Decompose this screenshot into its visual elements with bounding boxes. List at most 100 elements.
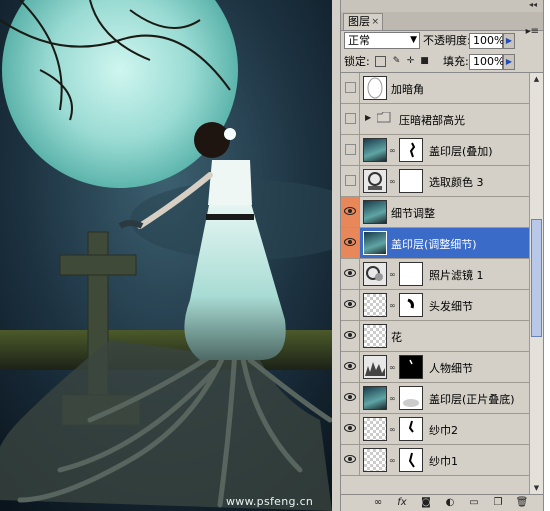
chain-link-icon[interactable]: ∞ (389, 270, 396, 279)
visibility-toggle[interactable] (341, 259, 360, 289)
add-mask-icon[interactable]: ◙ (419, 497, 433, 509)
layer-thumbnail (363, 76, 387, 100)
layer-mask-thumbnail[interactable] (399, 448, 423, 472)
layer-thumbnail (363, 386, 387, 410)
layer-thumbnail (363, 200, 387, 224)
visibility-empty-box (345, 144, 356, 155)
layer-row[interactable]: ∞ 纱巾2 (341, 414, 529, 445)
expand-triangle-icon[interactable]: ▶ (365, 113, 371, 122)
layer-mask-thumbnail[interactable] (399, 262, 423, 286)
photo-filter-icon (363, 262, 387, 286)
new-group-icon[interactable]: ▭ (467, 497, 481, 509)
layer-style-icon[interactable]: fx (395, 497, 409, 509)
layer-mask-thumbnail[interactable] (399, 386, 423, 410)
new-layer-icon[interactable]: ❐ (491, 497, 505, 509)
lock-all-icon[interactable]: ■ (419, 56, 430, 67)
eye-icon (344, 331, 356, 339)
levels-icon (363, 355, 387, 379)
layer-row[interactable]: ∞ 人物细节 (341, 352, 529, 383)
lock-move-icon[interactable]: ✛ (405, 56, 416, 67)
layer-row[interactable]: 细节调整 (341, 197, 529, 228)
layer-thumbnail (363, 417, 387, 441)
layer-row[interactable]: ∞ 头发细节 (341, 290, 529, 321)
opacity-slider-arrow-icon[interactable]: ▶ (503, 33, 515, 49)
collapse-icon[interactable]: ◂◂ (529, 0, 537, 9)
visibility-toggle[interactable] (341, 383, 360, 413)
layer-row[interactable]: ∞ 纱巾1 (341, 445, 529, 476)
layers-scrollbar[interactable]: ▲ ▼ (529, 73, 543, 494)
layer-name: 盖印层(正片叠底) (429, 393, 515, 406)
chain-link-icon[interactable]: ∞ (389, 146, 396, 155)
fill-input[interactable]: 100% (469, 54, 504, 70)
visibility-toggle[interactable] (341, 166, 360, 196)
layer-row-selected[interactable]: 盖印层(调整细节) (341, 228, 529, 259)
visibility-toggle[interactable] (341, 197, 360, 227)
chain-link-icon[interactable]: ∞ (389, 301, 396, 310)
visibility-toggle[interactable] (341, 414, 360, 444)
eye-icon (344, 238, 356, 246)
artwork-image (0, 0, 332, 511)
layer-mask-thumbnail[interactable] (399, 355, 423, 379)
lock-transparent-icon[interactable] (375, 56, 386, 67)
trash-icon[interactable]: 🗑 (515, 497, 529, 509)
lock-brush-icon[interactable]: ✎ (391, 56, 402, 67)
scrollbar-thumb[interactable] (531, 219, 542, 337)
chain-link-icon[interactable]: ∞ (389, 425, 396, 434)
eye-icon (344, 424, 356, 432)
layer-row[interactable]: ∞ 选取颜色 3 (341, 166, 529, 197)
eye-icon (344, 455, 356, 463)
layer-mask-thumbnail[interactable] (399, 417, 423, 441)
layer-mask-thumbnail[interactable] (399, 293, 423, 317)
visibility-toggle[interactable] (341, 352, 360, 382)
visibility-empty-box (345, 175, 356, 186)
visibility-toggle[interactable] (341, 290, 360, 320)
visibility-toggle[interactable] (341, 135, 360, 165)
layer-name: 选取颜色 3 (429, 176, 484, 189)
layer-mask-thumbnail[interactable] (399, 169, 423, 193)
layer-group-row[interactable]: ▶ 压暗裙部高光 (341, 104, 529, 135)
eye-icon (344, 300, 356, 308)
watermark-text: www.psfeng.cn (226, 495, 314, 508)
chain-link-icon[interactable]: ∞ (389, 456, 396, 465)
fill-slider-arrow-icon[interactable]: ▶ (503, 54, 515, 70)
link-layers-icon[interactable]: ∞ (371, 497, 385, 509)
layer-thumbnail (363, 138, 387, 162)
layer-name: 花 (391, 331, 402, 344)
panel-title-strip: ◂◂ (341, 0, 543, 12)
layer-name: 纱巾1 (429, 455, 458, 468)
close-icon[interactable]: × (371, 14, 379, 30)
layers-list: 加暗角 ▶ 压暗裙部高光 ∞ 盖印层(叠加) ∞ 选取颜色 3 细节调整 盖印层… (341, 73, 529, 494)
visibility-toggle[interactable] (341, 445, 360, 475)
visibility-toggle[interactable] (341, 321, 360, 351)
layer-thumbnail (363, 293, 387, 317)
layer-name: 人物细节 (429, 362, 473, 375)
layer-row[interactable]: 加暗角 (341, 73, 529, 104)
scroll-down-icon[interactable]: ▼ (531, 482, 542, 494)
artwork-canvas[interactable]: www.psfeng.cn (0, 0, 332, 511)
eye-icon (344, 393, 356, 401)
lock-label: 锁定: (344, 55, 370, 68)
opacity-input[interactable]: 100% (469, 33, 504, 49)
blend-mode-select[interactable]: 正常 ▼ (344, 32, 420, 49)
eye-icon (344, 269, 356, 277)
layer-row[interactable]: 花 (341, 321, 529, 352)
layer-mask-thumbnail[interactable] (399, 138, 423, 162)
layer-row[interactable]: ∞ 盖印层(叠加) (341, 135, 529, 166)
visibility-toggle[interactable] (341, 73, 360, 103)
layer-row[interactable]: ∞ 盖印层(正片叠底) (341, 383, 529, 414)
layer-name: 头发细节 (429, 300, 473, 313)
visibility-toggle[interactable] (341, 104, 360, 134)
chain-link-icon[interactable]: ∞ (389, 394, 396, 403)
opacity-label: 不透明度: (423, 34, 471, 47)
layer-name: 压暗裙部高光 (399, 114, 465, 127)
chain-link-icon[interactable]: ∞ (389, 363, 396, 372)
layer-row[interactable]: ∞ 照片滤镜 1 (341, 259, 529, 290)
layer-name: 盖印层(叠加) (429, 145, 493, 158)
tab-layers[interactable]: 图层 × (343, 13, 383, 30)
scroll-up-icon[interactable]: ▲ (531, 73, 542, 85)
visibility-toggle[interactable] (341, 228, 360, 258)
lock-fill-row: 锁定: ✎ ✛ ■ 填充: 100% ▶ (341, 52, 543, 73)
chain-link-icon[interactable]: ∞ (389, 177, 396, 186)
tab-layers-label: 图层 (348, 15, 370, 28)
adjustment-layer-icon[interactable]: ◐ (443, 497, 457, 509)
